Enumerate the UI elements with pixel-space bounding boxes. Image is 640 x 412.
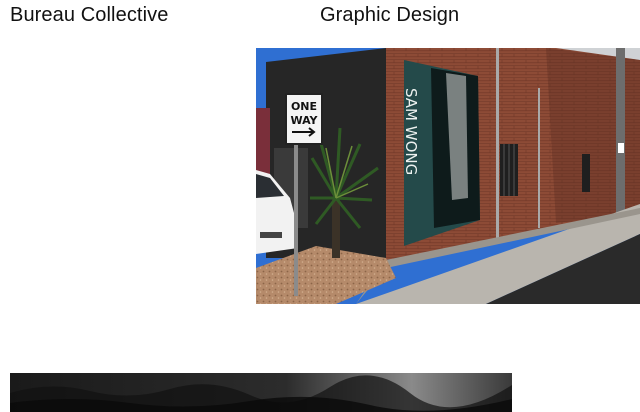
site-title-link[interactable]: Bureau Collective [10, 3, 168, 27]
project-thumbnail-sam-wong[interactable]: SAM WONG ONE WAY [256, 48, 640, 304]
category-graphic-design-link[interactable]: Graphic Design [320, 3, 459, 27]
sign-text-one: ONE [291, 100, 317, 113]
dark-landscape-photo [10, 373, 512, 412]
sign-text-way: WAY [290, 114, 318, 127]
project-thumbnail-2[interactable] [10, 373, 512, 412]
street-poster-photo: SAM WONG ONE WAY [256, 48, 640, 304]
poster-title: SAM WONG [402, 88, 420, 175]
